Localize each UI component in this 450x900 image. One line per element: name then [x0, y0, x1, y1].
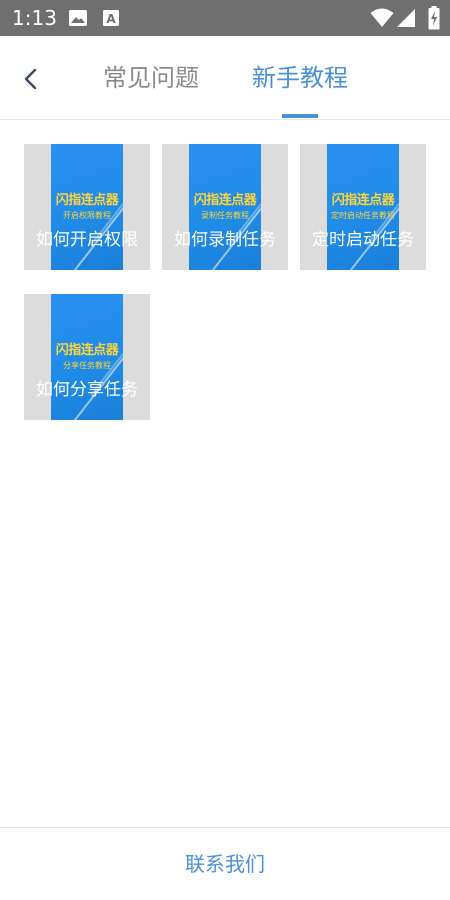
thumbnail-subtitle: 分享任务教程	[63, 361, 111, 370]
tab-tutorial[interactable]: 新手教程	[244, 58, 356, 98]
chevron-left-icon	[24, 68, 37, 90]
tutorial-card[interactable]: 闪指连点器 定时启动任务教程 定时启动任务	[300, 144, 426, 270]
tutorial-card[interactable]: 闪指连点器 录制任务教程 如何录制任务	[162, 144, 288, 270]
tutorial-title: 如何分享任务	[36, 380, 138, 400]
thumbnail-brand: 闪指连点器	[55, 343, 119, 358]
status-time: 1:13	[12, 6, 57, 30]
tutorial-thumbnail: 闪指连点器 定时启动任务教程	[327, 144, 399, 270]
tab-faq[interactable]: 常见问题	[95, 58, 207, 98]
thumbnail-subtitle: 开启权限教程	[63, 211, 111, 220]
thumbnail-subtitle: 定时启动任务教程	[331, 211, 395, 220]
back-button[interactable]	[14, 62, 48, 96]
tutorial-thumbnail: 闪指连点器 分享任务教程	[51, 294, 123, 420]
status-bar: 1:13 A	[0, 0, 450, 36]
thumbnail-brand: 闪指连点器	[331, 193, 395, 208]
tab-indicator	[282, 114, 318, 118]
image-icon	[69, 10, 87, 26]
svg-text:A: A	[106, 12, 116, 26]
tutorial-title: 如何录制任务	[174, 230, 276, 250]
tutorial-card[interactable]: 闪指连点器 分享任务教程 如何分享任务	[24, 294, 150, 420]
screen: 1:13 A 常见问题 新手教程 闪指连点器 开启权限教程 如何开启权限 闪指连…	[0, 0, 450, 900]
header: 常见问题 新手教程	[0, 36, 450, 120]
contact-us-button[interactable]: 联系我们	[150, 848, 300, 880]
wifi-icon	[370, 8, 394, 27]
thumbnail-brand: 闪指连点器	[55, 193, 119, 208]
tutorial-title: 如何开启权限	[36, 230, 138, 250]
signal-icon	[397, 9, 415, 27]
tutorial-thumbnail: 闪指连点器 录制任务教程	[189, 144, 261, 270]
tutorial-thumbnail: 闪指连点器 开启权限教程	[51, 144, 123, 270]
font-download-icon: A	[103, 10, 119, 26]
thumbnail-brand: 闪指连点器	[193, 193, 257, 208]
bottom-bar: 联系我们	[0, 827, 450, 900]
tutorial-title: 定时启动任务	[312, 230, 414, 250]
tutorial-card[interactable]: 闪指连点器 开启权限教程 如何开启权限	[24, 144, 150, 270]
battery-charging-icon	[428, 6, 440, 30]
thumbnail-subtitle: 录制任务教程	[201, 211, 249, 220]
